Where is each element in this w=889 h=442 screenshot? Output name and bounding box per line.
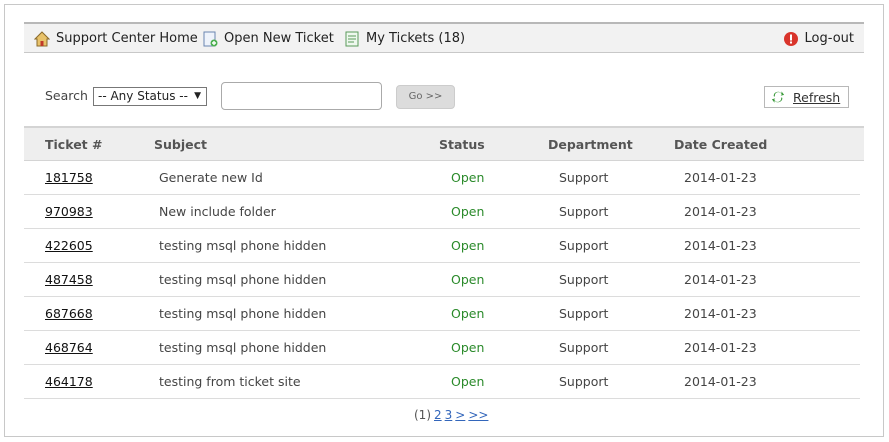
new-ticket-icon — [203, 31, 218, 46]
ticket-date: 2014-01-23 — [684, 374, 757, 389]
status-filter-select[interactable]: -- Any Status -- ▼ — [93, 87, 207, 106]
ticket-subject: testing from ticket site — [159, 374, 301, 389]
ticket-number-link[interactable]: 687668 — [45, 297, 93, 330]
table-row: 181758 Generate new Id Open Support 2014… — [24, 161, 860, 195]
status-filter-value: -- Any Status -- — [98, 89, 188, 103]
tickets-table-header: Ticket # Subject Status Department Date … — [24, 126, 864, 161]
ticket-date: 2014-01-23 — [684, 204, 757, 219]
nav-home-label: Support Center Home — [56, 31, 198, 46]
ticket-subject: New include folder — [159, 204, 276, 219]
tickets-icon — [345, 31, 359, 46]
ticket-number-link[interactable]: 422605 — [45, 229, 93, 262]
nav-support-center-home[interactable]: Support Center Home — [34, 24, 198, 53]
ticket-subject: testing msql phone hidden — [159, 306, 327, 321]
ticket-department: Support — [559, 204, 609, 219]
ticket-subject: testing msql phone hidden — [159, 238, 327, 253]
ticket-date: 2014-01-23 — [684, 238, 757, 253]
go-button[interactable]: Go >> — [396, 85, 455, 109]
ticket-department: Support — [559, 272, 609, 287]
table-row: 687668 testing msql phone hidden Open Su… — [24, 297, 860, 331]
ticket-subject: testing msql phone hidden — [159, 272, 327, 287]
ticket-number-link[interactable]: 181758 — [45, 161, 93, 194]
nav-my-tickets-label: My Tickets (18) — [366, 31, 466, 46]
table-row: 970983 New include folder Open Support 2… — [24, 195, 860, 229]
table-row: 464178 testing from ticket site Open Sup… — [24, 365, 860, 399]
ticket-date: 2014-01-23 — [684, 272, 757, 287]
ticket-date: 2014-01-23 — [684, 306, 757, 321]
pagination-next[interactable]: > — [455, 408, 465, 422]
table-row: 422605 testing msql phone hidden Open Su… — [24, 229, 860, 263]
header-status[interactable]: Status — [439, 128, 485, 161]
pagination-page-3[interactable]: 3 — [445, 408, 453, 422]
header-subject[interactable]: Subject — [154, 128, 207, 161]
pagination-last[interactable]: >> — [468, 408, 488, 422]
ticket-number-link[interactable]: 464178 — [45, 365, 93, 398]
refresh-label: Refresh — [793, 89, 841, 105]
ticket-department: Support — [559, 238, 609, 253]
nav-open-new-ticket[interactable]: Open New Ticket — [202, 24, 334, 53]
ticket-department: Support — [559, 306, 609, 321]
home-icon — [34, 30, 50, 46]
nav-logout-label: Log-out — [804, 31, 854, 46]
ticket-status: Open — [451, 272, 485, 287]
header-date-created[interactable]: Date Created — [674, 128, 767, 161]
ticket-date: 2014-01-23 — [684, 170, 757, 185]
search-input[interactable] — [221, 82, 382, 110]
ticket-number-link[interactable]: 487458 — [45, 263, 93, 296]
refresh-icon — [771, 91, 785, 103]
pagination-current-page: (1) — [414, 408, 431, 422]
refresh-button[interactable]: Refresh — [764, 86, 849, 108]
ticket-department: Support — [559, 170, 609, 185]
ticket-status: Open — [451, 204, 485, 219]
ticket-subject: testing msql phone hidden — [159, 340, 327, 355]
header-ticket-number[interactable]: Ticket # — [45, 128, 102, 161]
ticket-number-link[interactable]: 468764 — [45, 331, 93, 364]
nav-logout[interactable]: Log-out — [783, 24, 854, 53]
ticket-date: 2014-01-23 — [684, 340, 757, 355]
ticket-subject: Generate new Id — [159, 170, 263, 185]
ticket-status: Open — [451, 238, 485, 253]
ticket-status: Open — [451, 306, 485, 321]
pagination-page-2[interactable]: 2 — [434, 408, 442, 422]
ticket-status: Open — [451, 374, 485, 389]
table-row: 487458 testing msql phone hidden Open Su… — [24, 263, 860, 297]
dropdown-arrow-icon: ▼ — [194, 91, 201, 101]
nav-open-ticket-label: Open New Ticket — [224, 31, 334, 46]
pagination: (1) 2 3 > >> — [414, 408, 488, 422]
table-row: 468764 testing msql phone hidden Open Su… — [24, 331, 860, 365]
ticket-department: Support — [559, 374, 609, 389]
header-department[interactable]: Department — [548, 128, 633, 161]
top-navigation: Support Center Home Open New Ticket My T… — [24, 22, 864, 53]
search-label: Search — [45, 88, 88, 103]
ticket-status: Open — [451, 170, 485, 185]
ticket-department: Support — [559, 340, 609, 355]
nav-my-tickets[interactable]: My Tickets (18) — [344, 24, 465, 53]
ticket-number-link[interactable]: 970983 — [45, 195, 93, 228]
logout-icon — [783, 31, 798, 46]
ticket-status: Open — [451, 340, 485, 355]
